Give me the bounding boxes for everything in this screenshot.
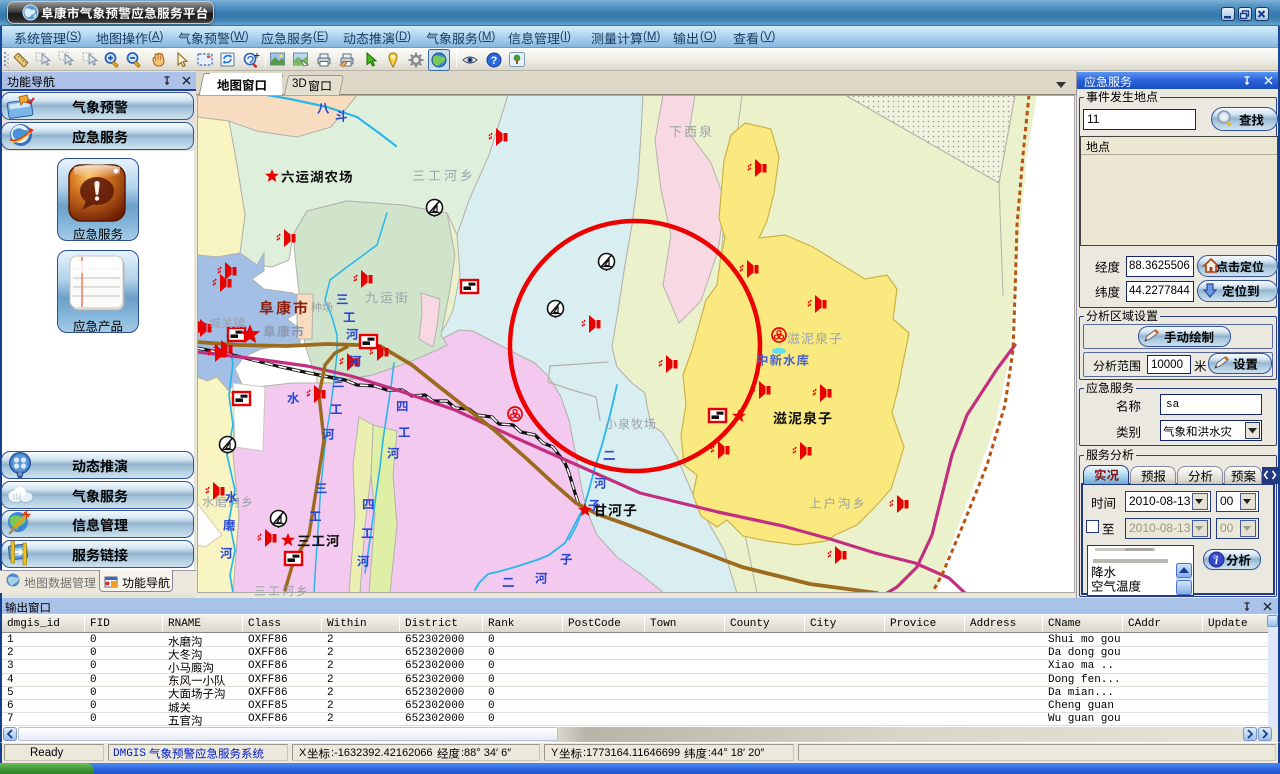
- svg-text:?: ?: [491, 55, 498, 67]
